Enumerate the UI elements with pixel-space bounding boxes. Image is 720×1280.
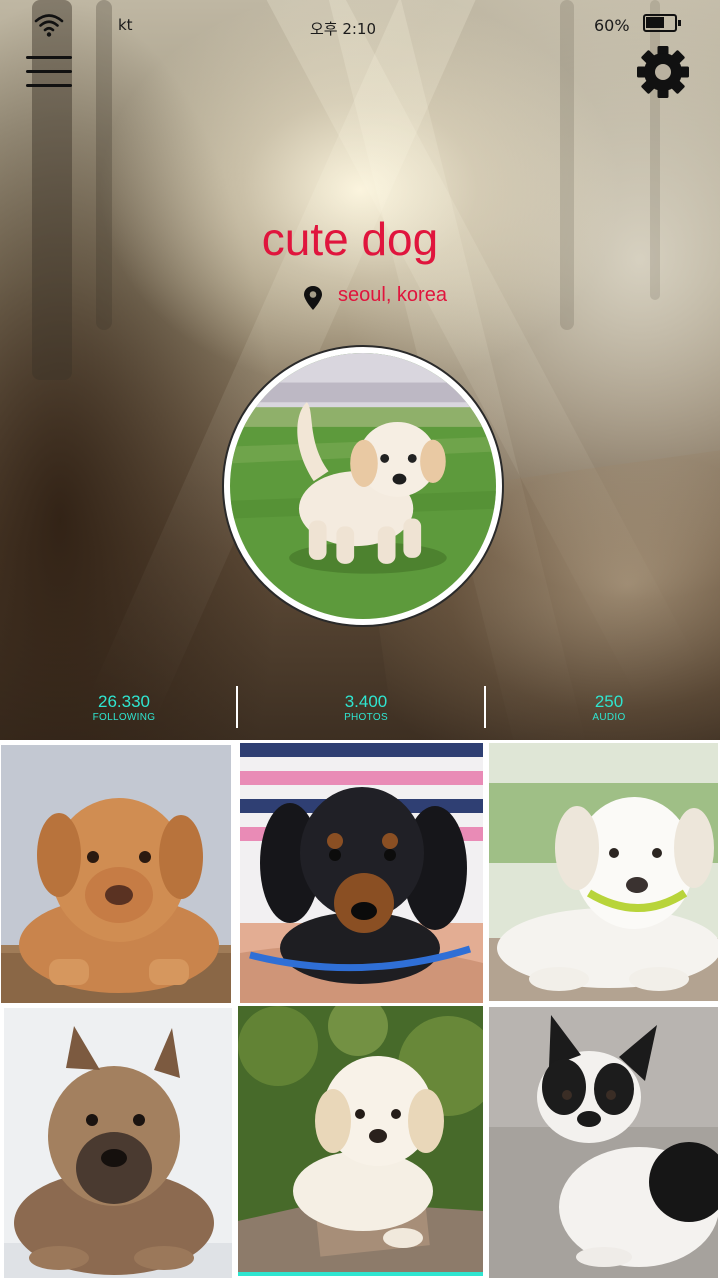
photo-tile[interactable] (489, 1007, 718, 1278)
photo-grid (0, 740, 720, 1280)
stat-label: FOLLOWING (92, 712, 156, 723)
profile-avatar[interactable] (222, 345, 504, 627)
photo-tile[interactable] (4, 1008, 232, 1278)
stat-following[interactable]: 26.330 FOLLOWING (5, 684, 243, 740)
stat-label: AUDIO (592, 712, 626, 723)
shiba-inu-puppy-photo (4, 1008, 232, 1278)
black-and-tan-dachshund-puppy-photo (240, 743, 483, 1003)
stat-divider (236, 686, 238, 728)
stat-value: 3.400 (344, 692, 388, 711)
cream-maltipoo-puppy-photo (238, 1006, 483, 1272)
avatar-photo (230, 353, 496, 619)
stat-audio[interactable]: 250 AUDIO (490, 684, 720, 740)
battery-percent: 60% (594, 16, 630, 35)
stats-bar: 26.330 FOLLOWING 3.400 PHOTOS 250 AUDIO (0, 684, 720, 740)
status-time: 오후 2:10 (309, 20, 377, 38)
white-labrador-puppy-photo (489, 743, 718, 1001)
gear-icon[interactable] (636, 45, 690, 99)
battery-level-fill (646, 17, 664, 28)
stat-label: PHOTOS (344, 712, 388, 723)
map-pin-icon (304, 286, 322, 310)
photo-tile[interactable] (1, 745, 231, 1003)
dogue-de-bordeaux-puppy-photo (1, 745, 231, 1003)
location-text: seoul, korea (338, 284, 447, 306)
stat-value: 26.330 (98, 692, 150, 711)
stat-divider (484, 686, 486, 728)
photo-tile[interactable] (489, 743, 718, 1001)
photo-tile[interactable] (240, 743, 483, 1003)
hamburger-menu-icon[interactable] (26, 55, 72, 89)
stat-value: 250 (594, 692, 624, 711)
french-bulldog-puppy-photo (489, 1007, 718, 1278)
battery-icon (643, 14, 681, 32)
status-bar: kt 오후 2:10 60% (0, 0, 720, 50)
photo-tile[interactable] (238, 1006, 483, 1276)
stat-photos[interactable]: 3.400 PHOTOS (247, 684, 485, 740)
profile-name: cute dog (261, 213, 439, 265)
